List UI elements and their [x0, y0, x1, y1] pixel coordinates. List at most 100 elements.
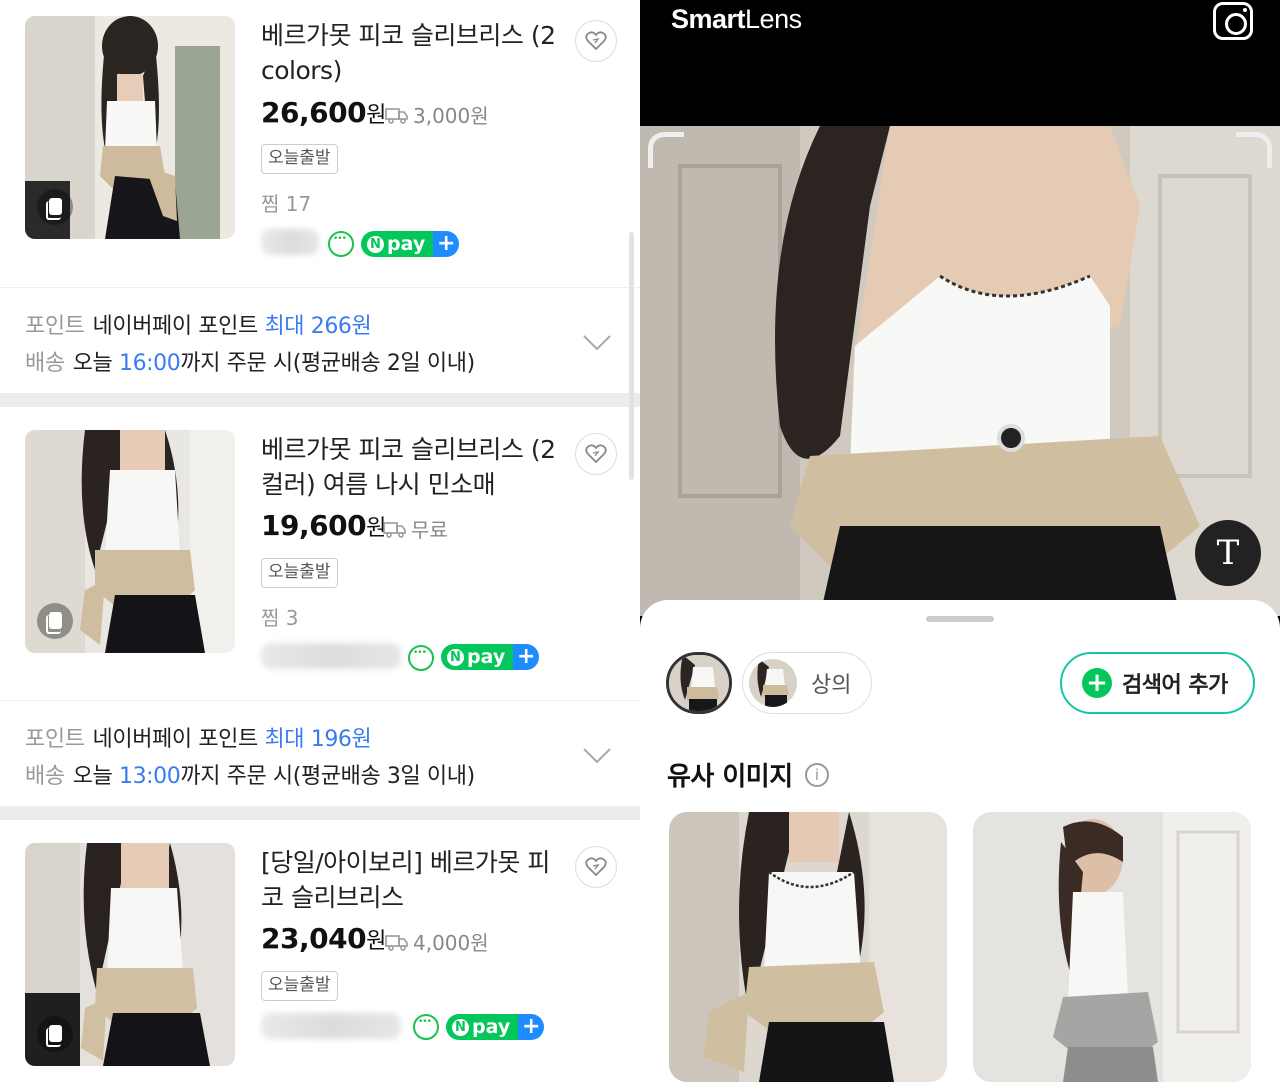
npay-label: pay: [467, 646, 506, 668]
seller-name-blurred[interactable]: [261, 229, 319, 255]
sheet-drag-handle[interactable]: [926, 616, 994, 622]
shipping-fee-text: 4,000원: [413, 931, 489, 955]
point-value: 최대 266원: [264, 314, 372, 339]
lens-photo[interactable]: [640, 126, 1280, 616]
talk-chat-icon[interactable]: [328, 231, 354, 257]
npay-label: pay: [387, 233, 426, 255]
add-keyword-button[interactable]: + 검색어 추가: [1060, 652, 1255, 714]
multi-image-icon: [37, 1016, 73, 1052]
product-thumbnail[interactable]: [25, 843, 235, 1066]
point-value: 최대 196원: [264, 727, 372, 752]
info-icon[interactable]: i: [804, 762, 829, 787]
category-chip-label: 상의: [811, 673, 852, 698]
crop-corner-top-right[interactable]: [1236, 132, 1272, 168]
shipping-fee: 4,000원: [385, 927, 489, 956]
npay-label: pay: [472, 1016, 511, 1038]
smartlens-logo: SmartLens: [671, 4, 802, 35]
talk-chat-icon[interactable]: [413, 1014, 439, 1040]
seller-name-blurred[interactable]: [261, 1013, 401, 1039]
delivery-line: 배송 오늘 16:00까지 주문 시(평균배송 2일 이내): [25, 345, 475, 377]
wishlist-heart-button[interactable]: [575, 20, 617, 62]
category-chip-thumbnail: [749, 659, 797, 707]
selected-image-chip[interactable]: [666, 652, 732, 714]
wishlist-count: 찜 3: [261, 606, 299, 630]
similar-image-result[interactable]: [669, 812, 947, 1082]
product-price: 19,600원: [261, 509, 386, 542]
chevron-down-icon[interactable]: [582, 746, 612, 766]
shipping-fee-text: 무료: [411, 518, 448, 542]
shipping-fee-text: 3,000원: [413, 104, 489, 128]
delivery-suffix: 까지 주문 시(평균배송 2일 이내): [180, 351, 475, 376]
crop-corner-top-left[interactable]: [648, 132, 684, 168]
section-divider: [0, 806, 640, 820]
shipping-fee: 3,000원: [385, 100, 489, 129]
similar-images-heading: 유사 이미지 i: [667, 756, 829, 793]
logo-smart: Smart: [671, 4, 746, 34]
heart-icon: [585, 857, 607, 877]
price-unit: 원: [366, 103, 386, 128]
heart-icon: [585, 31, 607, 51]
talk-chat-icon[interactable]: [408, 645, 434, 671]
scrollbar[interactable]: [629, 232, 634, 480]
chevron-down-icon[interactable]: [582, 333, 612, 353]
price-value: 26,600: [261, 96, 367, 129]
category-chip-top[interactable]: 상의: [742, 652, 872, 714]
section-divider: [0, 393, 640, 407]
shopping-results-panel: 베르가못 피코 슬리브리스 (2 colors) 26,600원 3,000원 …: [0, 0, 640, 1089]
delivery-suffix: 까지 주문 시(평균배송 3일 이내): [180, 764, 475, 789]
detected-object-marker[interactable]: [997, 424, 1025, 452]
price-value: 19,600: [261, 509, 367, 542]
product-thumbnail[interactable]: [25, 430, 235, 653]
seller-name-blurred[interactable]: [261, 643, 401, 669]
point-line: 포인트 네이버페이 포인트 최대 196원: [25, 721, 372, 753]
text-recognition-button[interactable]: T: [1195, 520, 1261, 586]
logo-lens: Lens: [745, 4, 802, 34]
npay-plus-badge: Npay +: [441, 644, 540, 670]
price-unit: 원: [366, 929, 386, 954]
multi-image-icon: [37, 603, 73, 639]
point-key: 포인트: [25, 314, 85, 339]
delivery-prefix: 오늘: [72, 764, 113, 789]
smartlens-panel: SmartLens T 상의 + 검색어 추가 유사 이미지 i: [640, 0, 1280, 1089]
delivery-time: 13:00: [118, 764, 181, 789]
price-value: 23,040: [261, 922, 367, 955]
product-card[interactable]: [당일/아이보리] 베르가못 피코 슬리브리스 23,040원 4,000원 오…: [0, 820, 640, 1089]
product-card[interactable]: 베르가못 피코 슬리브리스 (2 colors) 26,600원 3,000원 …: [0, 0, 640, 287]
delivery-line: 배송 오늘 13:00까지 주문 시(평균배송 3일 이내): [25, 758, 475, 790]
camera-icon[interactable]: [1213, 2, 1253, 40]
npay-plus-badge: Npay +: [361, 231, 460, 257]
similar-images-title: 유사 이미지: [667, 762, 793, 792]
results-bottom-sheet: 상의 + 검색어 추가 유사 이미지 i: [640, 600, 1280, 1089]
add-keyword-label: 검색어 추가: [1122, 673, 1228, 698]
truck-icon: [385, 107, 408, 124]
product-card[interactable]: 베르가못 피코 슬리브리스 (2 컬러) 여름 나시 민소매 19,600원 무…: [0, 407, 640, 694]
delivery-prefix: 오늘: [72, 351, 113, 376]
plus-circle-icon: +: [1082, 668, 1112, 698]
similar-image-result[interactable]: [973, 812, 1251, 1082]
delivery-key: 배송: [25, 351, 65, 376]
point-text: 네이버페이 포인트: [92, 727, 259, 752]
product-title[interactable]: [당일/아이보리] 베르가못 피코 슬리브리스: [261, 845, 561, 915]
benefit-info-row[interactable]: 포인트 네이버페이 포인트 최대 196원 배송 오늘 13:00까지 주문 시(평…: [0, 700, 640, 805]
npay-plus-badge: Npay +: [446, 1014, 545, 1040]
point-line: 포인트 네이버페이 포인트 최대 266원: [25, 308, 372, 340]
point-key: 포인트: [25, 727, 85, 752]
product-thumbnail[interactable]: [25, 16, 235, 239]
same-day-tag: 오늘출발: [261, 144, 338, 174]
multi-image-icon: [37, 189, 73, 225]
product-price: 26,600원: [261, 96, 386, 129]
wishlist-heart-button[interactable]: [575, 846, 617, 888]
shipping-fee: 무료: [383, 514, 448, 543]
heart-icon: [585, 444, 607, 464]
product-title[interactable]: 베르가못 피코 슬리브리스 (2 컬러) 여름 나시 민소매: [261, 432, 561, 502]
same-day-tag: 오늘출발: [261, 971, 338, 1001]
truck-icon: [383, 521, 406, 538]
same-day-tag: 오늘출발: [261, 558, 338, 588]
wishlist-heart-button[interactable]: [575, 433, 617, 475]
product-price: 23,040원: [261, 922, 386, 955]
truck-icon: [385, 934, 408, 951]
product-title[interactable]: 베르가못 피코 슬리브리스 (2 colors): [261, 18, 561, 88]
benefit-info-row[interactable]: 포인트 네이버페이 포인트 최대 266원 배송 오늘 16:00까지 주문 시(평…: [0, 287, 640, 392]
point-text: 네이버페이 포인트: [92, 314, 259, 339]
delivery-time: 16:00: [118, 351, 181, 376]
